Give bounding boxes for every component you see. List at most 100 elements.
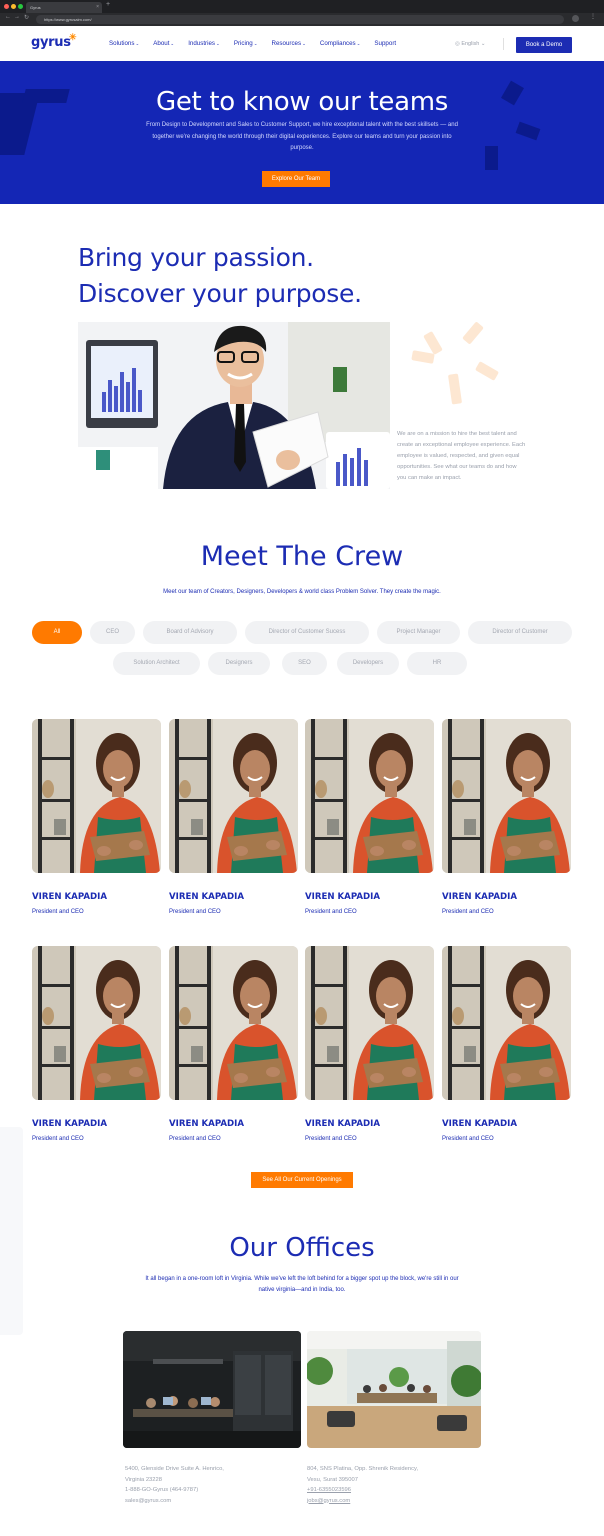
india-office-photo bbox=[307, 1331, 481, 1448]
hero-decoration bbox=[485, 146, 498, 170]
us-email[interactable]: sales@gyrus.com bbox=[125, 1496, 224, 1507]
browser-tab-title: Gyrus bbox=[30, 5, 41, 10]
passion-description: We are on a mission to hire the best tal… bbox=[397, 431, 526, 481]
sparkle-decoration bbox=[411, 350, 435, 364]
crew-member-role: President and CEO bbox=[305, 909, 357, 915]
forward-icon[interactable]: → bbox=[14, 14, 20, 20]
crew-heading: Meet The Crew bbox=[200, 541, 404, 572]
crew-member-role: President and CEO bbox=[305, 1136, 357, 1142]
url-text: https://www.gyrusaim.com/ bbox=[44, 17, 92, 22]
crew-member-photo[interactable] bbox=[305, 719, 434, 873]
close-window-icon[interactable] bbox=[4, 4, 9, 9]
crew-member-photo[interactable] bbox=[32, 719, 161, 873]
side-panel-tab[interactable] bbox=[0, 1127, 23, 1335]
offices-description: It all began in a one-room loft in Virgi… bbox=[145, 1276, 459, 1293]
crew-member-name: VIREN KAPADIA bbox=[32, 892, 107, 902]
crew-member-photo[interactable] bbox=[169, 719, 298, 873]
language-selector[interactable]: ◎ English ⌄ bbox=[455, 41, 486, 47]
chevron-down-icon: ⌄ bbox=[302, 41, 306, 46]
crew-member-photo[interactable] bbox=[305, 946, 434, 1100]
main-menu: Solutions⌄ About⌄ Industries⌄ Pricing⌄ R… bbox=[109, 40, 410, 47]
header-divider bbox=[503, 38, 504, 50]
india-phone-link[interactable]: +91-6355023596 bbox=[307, 1487, 351, 1493]
filter-chip-all[interactable]: All bbox=[32, 621, 82, 644]
menu-item-resources[interactable]: Resources⌄ bbox=[272, 40, 306, 47]
crew-member-photo[interactable] bbox=[169, 946, 298, 1100]
filter-chip-developers[interactable]: Developers bbox=[337, 652, 399, 675]
maximize-window-icon[interactable] bbox=[18, 4, 23, 9]
crew-member-name: VIREN KAPADIA bbox=[32, 1119, 107, 1129]
us-phone[interactable]: 1-888-GO-Gyrus (464-9787) bbox=[125, 1485, 224, 1496]
see-openings-button[interactable]: See All Our Current Openings bbox=[251, 1172, 353, 1188]
filter-chip-hr[interactable]: HR bbox=[407, 652, 467, 675]
sparkle-decoration bbox=[474, 361, 500, 381]
businessman-photo bbox=[78, 322, 390, 489]
crew-subtitle: Meet our team of Creators, Designers, De… bbox=[163, 589, 441, 595]
sparkle-decoration bbox=[447, 373, 463, 405]
site-header: gyrus ✳ Solutions⌄ About⌄ Industries⌄ Pr… bbox=[0, 26, 604, 61]
crew-member-photo[interactable] bbox=[32, 946, 161, 1100]
menu-item-compliances[interactable]: Compliances⌄ bbox=[320, 40, 361, 47]
crew-member-photo[interactable] bbox=[442, 946, 571, 1100]
passion-heading-line1: Bring your passion. bbox=[78, 243, 314, 272]
sparkle-decoration bbox=[462, 321, 484, 345]
reload-icon[interactable]: ↻ bbox=[24, 14, 29, 21]
back-icon[interactable]: ← bbox=[5, 14, 11, 20]
crew-member-role: President and CEO bbox=[442, 1136, 494, 1142]
explore-team-button[interactable]: Explore Our Team bbox=[262, 171, 330, 187]
menu-item-industries[interactable]: Industries⌄ bbox=[188, 40, 220, 47]
crew-member-name: VIREN KAPADIA bbox=[169, 1119, 244, 1129]
india-email-link[interactable]: jobs@gyrus.com bbox=[307, 1498, 350, 1504]
crew-member-name: VIREN KAPADIA bbox=[442, 1119, 517, 1129]
chevron-down-icon: ⌄ bbox=[356, 41, 361, 46]
filter-chip-designers[interactable]: Designers bbox=[208, 652, 270, 675]
menu-item-pricing[interactable]: Pricing⌄ bbox=[234, 40, 258, 47]
filter-chip-ceo[interactable]: CEO bbox=[90, 621, 135, 644]
filter-chip-project-manager[interactable]: Project Manager bbox=[377, 621, 460, 644]
passion-heading-line2: Discover your purpose. bbox=[78, 279, 362, 308]
close-tab-icon[interactable]: × bbox=[96, 2, 99, 13]
menu-item-solutions[interactable]: Solutions⌄ bbox=[109, 40, 139, 47]
chevron-down-icon: ⌄ bbox=[135, 41, 140, 46]
offices-heading: Our Offices bbox=[229, 1233, 375, 1263]
book-demo-button[interactable]: Book a Demo bbox=[516, 37, 572, 53]
crew-member-photo[interactable] bbox=[442, 719, 571, 873]
filter-chip-board-of-advisory[interactable]: Board of Advisory bbox=[143, 621, 237, 644]
browser-tab-bar: Gyrus × + bbox=[0, 0, 604, 13]
us-address-line1: 5400, Glenside Drive Suite A. Henrico, bbox=[125, 1466, 224, 1472]
chevron-down-icon: ⌄ bbox=[253, 41, 258, 46]
more-menu-icon[interactable]: ⋮ bbox=[590, 13, 596, 20]
address-bar[interactable]: https://www.gyrusaim.com/ bbox=[36, 15, 564, 24]
hero-decoration bbox=[515, 121, 541, 141]
menu-item-about[interactable]: About⌄ bbox=[153, 40, 174, 47]
filter-chip-solution-architect[interactable]: Solution Architect bbox=[113, 652, 200, 675]
browser-tab[interactable]: Gyrus × bbox=[26, 2, 102, 13]
menu-item-support[interactable]: Support bbox=[374, 40, 396, 47]
filter-chip-director-customer[interactable]: Director of Customer bbox=[468, 621, 572, 644]
hero-description: From Design to Development and Sales to … bbox=[146, 122, 458, 151]
crew-member-role: President and CEO bbox=[169, 909, 221, 915]
new-tab-icon[interactable]: + bbox=[106, 1, 110, 8]
crew-member-role: President and CEO bbox=[169, 1136, 221, 1142]
crew-member-name: VIREN KAPADIA bbox=[305, 1119, 380, 1129]
filter-chip-director-customer-success[interactable]: Director of Customer Sucess bbox=[245, 621, 369, 644]
logo[interactable]: gyrus bbox=[31, 35, 71, 50]
us-office-photo bbox=[123, 1331, 301, 1448]
india-address-line1: 804, SNS Platina, Opp. Shrenik Residency… bbox=[307, 1466, 419, 1472]
chevron-down-icon: ⌄ bbox=[170, 41, 175, 46]
profile-icon[interactable] bbox=[572, 15, 579, 22]
crew-member-role: President and CEO bbox=[32, 909, 84, 915]
us-office-address: 5400, Glenside Drive Suite A. Henrico, V… bbox=[125, 1464, 224, 1506]
filter-chip-seo[interactable]: SEO bbox=[282, 652, 327, 675]
logo-star-icon: ✳ bbox=[69, 32, 77, 42]
minimize-window-icon[interactable] bbox=[11, 4, 16, 9]
browser-chrome: Gyrus × + ← → ↻ https://www.gyrusaim.com… bbox=[0, 0, 604, 26]
us-address-line2: Virginia 23228 bbox=[125, 1476, 162, 1483]
sparkle-decoration bbox=[423, 330, 443, 356]
chevron-down-icon: ⌄ bbox=[479, 41, 486, 47]
page: Gyrus × + ← → ↻ https://www.gyrusaim.com… bbox=[0, 0, 604, 1536]
crew-member-role: President and CEO bbox=[32, 1136, 84, 1142]
hero-banner: Get to know our teams From Design to Dev… bbox=[0, 61, 604, 204]
crew-member-name: VIREN KAPADIA bbox=[169, 892, 244, 902]
india-office-address: 804, SNS Platina, Opp. Shrenik Residency… bbox=[307, 1464, 418, 1506]
